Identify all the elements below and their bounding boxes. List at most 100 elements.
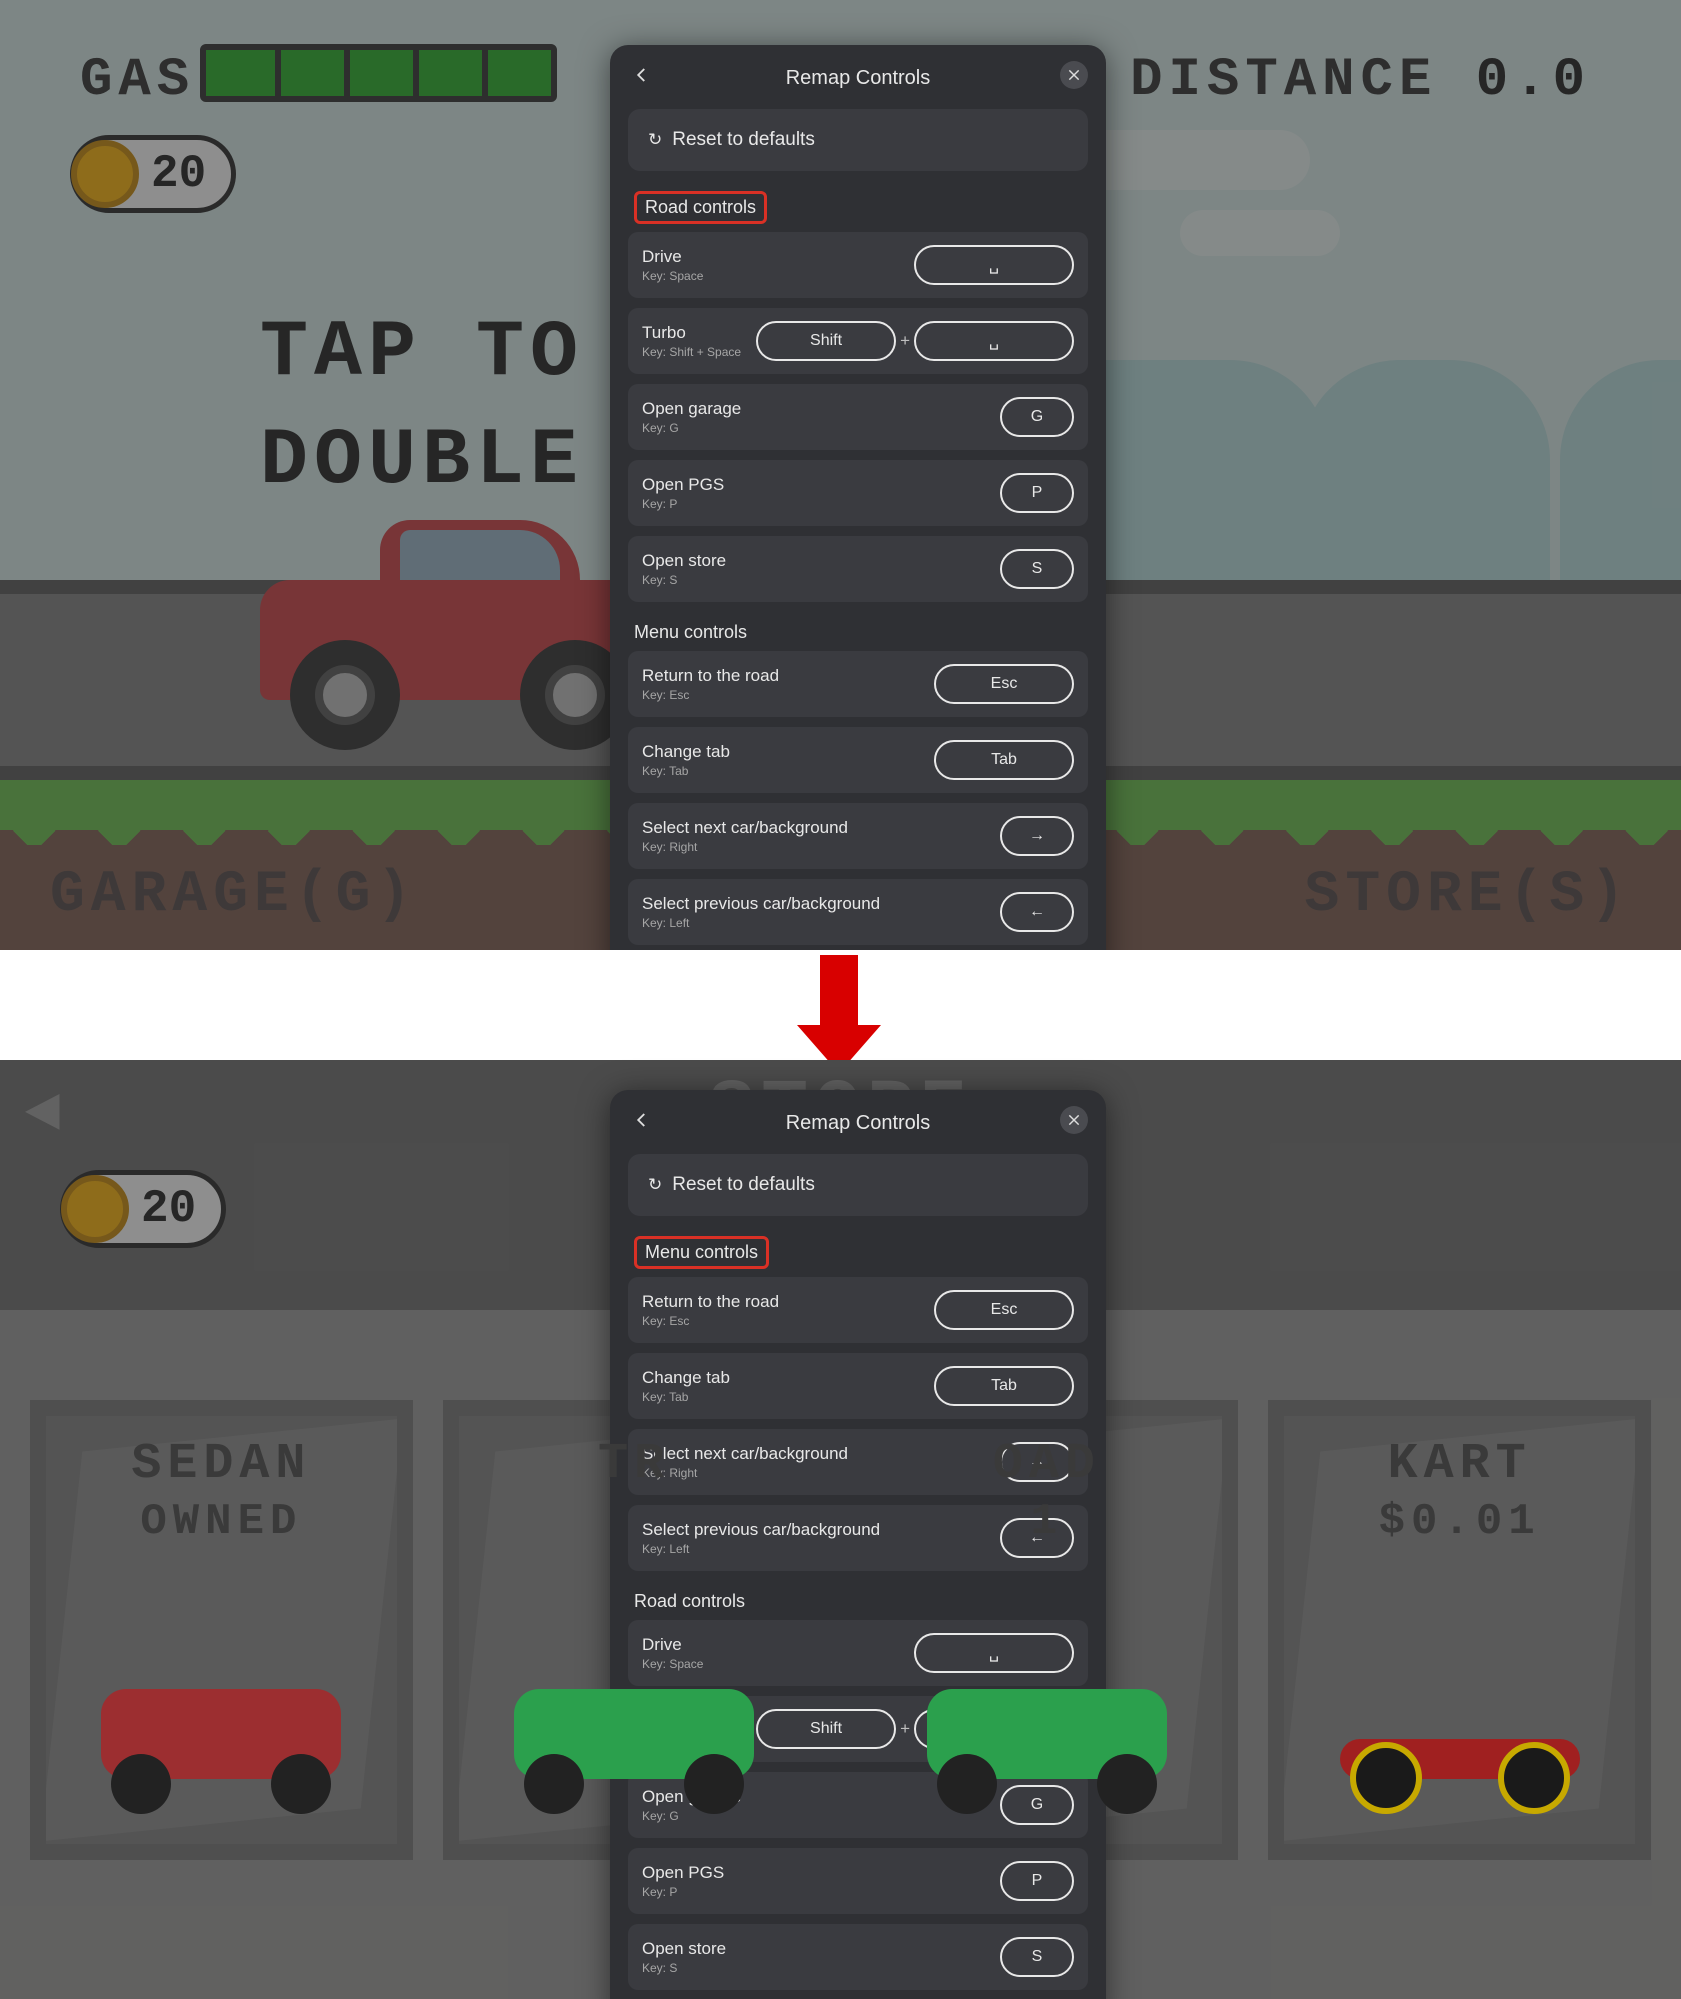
control-sublabel: Key: Esc bbox=[642, 1314, 779, 1328]
reset-defaults-button[interactable]: ↻ Reset to defaults bbox=[628, 1154, 1088, 1216]
modal-back-button[interactable] bbox=[628, 61, 656, 89]
modal-title: Remap Controls bbox=[786, 1112, 931, 1135]
menu-controls-list: Return to the road Key: Esc Esc Change tab K… bbox=[628, 651, 1088, 945]
card-name: SEDAN bbox=[131, 1436, 311, 1493]
section-menu-controls: Menu controls bbox=[634, 622, 1088, 643]
arrow-left-icon bbox=[633, 1111, 651, 1129]
card-car bbox=[917, 1664, 1177, 1814]
control-sublabel: Key: Right bbox=[642, 1466, 848, 1480]
close-icon bbox=[1067, 1113, 1081, 1127]
control-label: Change tab bbox=[642, 742, 730, 762]
card-sub: OWNED bbox=[140, 1497, 302, 1547]
key-badge[interactable]: Esc bbox=[934, 1290, 1074, 1330]
key-badge[interactable]: Tab bbox=[934, 1366, 1074, 1406]
control-row[interactable]: Change tab Key: Tab Tab bbox=[628, 1353, 1088, 1419]
key-badge[interactable]: ← bbox=[1000, 892, 1074, 932]
modal-close-button[interactable] bbox=[1060, 1106, 1088, 1134]
plus-icon: + bbox=[896, 331, 914, 351]
key-badge[interactable]: Shift bbox=[756, 1709, 896, 1749]
control-sublabel: Key: P bbox=[642, 1885, 724, 1899]
control-sublabel: Key: S bbox=[642, 573, 726, 587]
control-sublabel: Key: Space bbox=[642, 269, 703, 283]
key-badge[interactable]: S bbox=[1000, 549, 1074, 589]
game-screen-road: GAS DISTANCE 0.0 20 TAP TO D DOUBLE TAP … bbox=[0, 0, 1681, 950]
control-sublabel: Key: G bbox=[642, 421, 741, 435]
control-row[interactable]: Open store Key: S S bbox=[628, 536, 1088, 602]
reset-icon: ↻ bbox=[648, 1175, 662, 1195]
control-label: Select previous car/background bbox=[642, 894, 880, 914]
control-sublabel: Key: Left bbox=[642, 916, 880, 930]
key-badge[interactable]: Shift bbox=[756, 321, 896, 361]
key-badge[interactable]: Tab bbox=[934, 740, 1074, 780]
key-badge[interactable]: → bbox=[1000, 816, 1074, 856]
control-label: Drive bbox=[642, 247, 703, 267]
control-label: Open PGS bbox=[642, 1863, 724, 1883]
control-label: Open store bbox=[642, 1939, 726, 1959]
card-car bbox=[91, 1664, 351, 1814]
key-badge[interactable]: ␣ bbox=[914, 321, 1074, 361]
control-sublabel: Key: Left bbox=[642, 1542, 880, 1556]
card-name: OAD bbox=[993, 1436, 1101, 1493]
control-sublabel: Key: Tab bbox=[642, 1390, 730, 1404]
control-label: Select next car/background bbox=[642, 1444, 848, 1464]
card-sub: 1 bbox=[1031, 1497, 1063, 1547]
control-label: Open PGS bbox=[642, 475, 724, 495]
control-label: Change tab bbox=[642, 1368, 730, 1388]
key-badge[interactable]: S bbox=[1000, 1937, 1074, 1977]
card-car bbox=[1330, 1664, 1590, 1814]
card-name: KART bbox=[1388, 1436, 1532, 1493]
control-row[interactable]: Open store Key: S S bbox=[628, 1924, 1088, 1990]
reset-label: Reset to defaults bbox=[672, 1174, 815, 1196]
control-label: Open store bbox=[642, 551, 726, 571]
control-row[interactable]: Select previous car/backgroundKey: Left← bbox=[628, 1505, 1088, 1571]
control-sublabel: Key: Esc bbox=[642, 688, 779, 702]
modal-back-button[interactable] bbox=[628, 1106, 656, 1134]
game-screen-store: ◄ STORE 20 SEDANOWNEDTROAD1KART$0.01 Rem… bbox=[0, 1060, 1681, 1999]
road-controls-list: Drive Key: Space ␣ Turbo Key: Shift + Space S… bbox=[628, 232, 1088, 602]
arrow-down-icon bbox=[820, 955, 881, 1073]
key-badge[interactable]: P bbox=[1000, 1861, 1074, 1901]
control-row[interactable]: Change tab Key: Tab Tab bbox=[628, 727, 1088, 793]
section-road-controls: Road controls bbox=[634, 191, 767, 224]
remap-controls-modal: Remap Controls ↻ Reset to defaults Road … bbox=[610, 45, 1106, 979]
control-sublabel: Key: Shift + Space bbox=[642, 345, 741, 359]
control-row[interactable]: Select previous car/background Key: Left ← bbox=[628, 879, 1088, 945]
control-sublabel: Key: P bbox=[642, 497, 724, 511]
reset-defaults-button[interactable]: ↻ Reset to defaults bbox=[628, 109, 1088, 171]
key-badge[interactable]: ␣ bbox=[914, 245, 1074, 285]
reset-label: Reset to defaults bbox=[672, 129, 815, 151]
control-row[interactable]: Open garage Key: G G bbox=[628, 384, 1088, 450]
key-badge[interactable]: Esc bbox=[934, 664, 1074, 704]
control-sublabel: Key: S bbox=[642, 1961, 726, 1975]
control-sublabel: Key: Right bbox=[642, 840, 848, 854]
control-sublabel: Key: Tab bbox=[642, 764, 730, 778]
control-label: Turbo bbox=[642, 323, 741, 343]
card-name: TR bbox=[598, 1436, 670, 1493]
section-road-controls: Road controls bbox=[634, 1591, 1088, 1612]
close-icon bbox=[1067, 68, 1081, 82]
modal-close-button[interactable] bbox=[1060, 61, 1088, 89]
modal-title: Remap Controls bbox=[786, 67, 931, 90]
control-label: Return to the road bbox=[642, 1292, 779, 1312]
key-badge[interactable]: P bbox=[1000, 473, 1074, 513]
control-row[interactable]: Open PGS Key: P P bbox=[628, 1848, 1088, 1914]
card-car bbox=[504, 1664, 764, 1814]
reset-icon: ↻ bbox=[648, 130, 662, 150]
control-row[interactable]: Return to the road Key: Esc Esc bbox=[628, 651, 1088, 717]
control-row[interactable]: Drive Key: Space ␣ bbox=[628, 232, 1088, 298]
control-label: Select next car/background bbox=[642, 818, 848, 838]
menu-controls-list: Return to the road Key: Esc Esc Change tab K… bbox=[628, 1277, 1088, 1571]
control-row[interactable]: Open PGS Key: P P bbox=[628, 460, 1088, 526]
section-menu-controls: Menu controls bbox=[634, 1236, 769, 1269]
plus-icon: + bbox=[896, 1719, 914, 1739]
control-label: Open garage bbox=[642, 399, 741, 419]
control-row[interactable]: Return to the road Key: Esc Esc bbox=[628, 1277, 1088, 1343]
control-row[interactable]: Turbo Key: Shift + Space Shift+␣ bbox=[628, 308, 1088, 374]
control-label: Select previous car/background bbox=[642, 1520, 880, 1540]
arrow-left-icon bbox=[633, 66, 651, 84]
key-badge[interactable]: G bbox=[1000, 397, 1074, 437]
control-label: Drive bbox=[642, 1635, 703, 1655]
card-sub: $0.01 bbox=[1379, 1497, 1541, 1547]
control-row[interactable]: Select next car/background Key: Right → bbox=[628, 803, 1088, 869]
control-label: Return to the road bbox=[642, 666, 779, 686]
